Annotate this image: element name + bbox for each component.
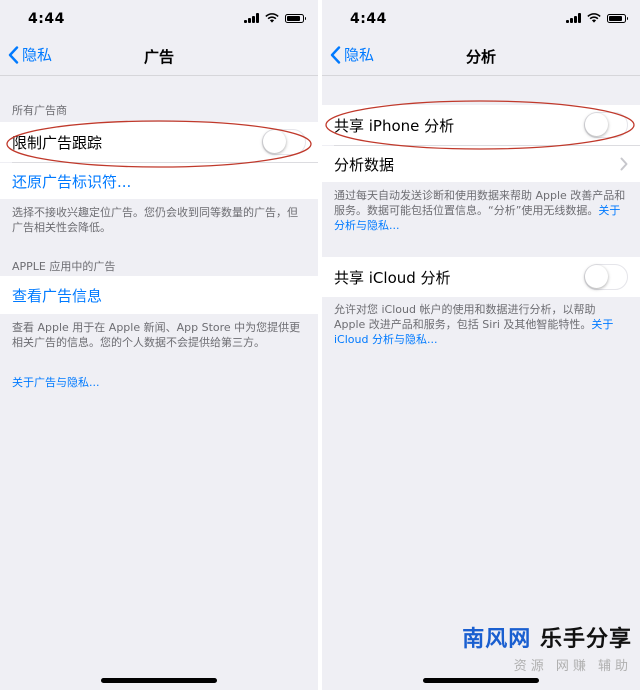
analytics-settings-screen: 4:44 隐私 分析 共享 iPhone 分析 分析数据 通过每天自动发送诊断和… (322, 0, 640, 690)
share-iphone-analytics-toggle[interactable] (584, 112, 628, 138)
status-bar: 4:44 (0, 0, 318, 38)
watermark: 南风网 乐手分享 资源 网赚 辅助 (462, 621, 632, 674)
status-icons (244, 13, 306, 23)
reset-ad-id-row[interactable]: 还原广告标识符... (0, 163, 318, 199)
battery-icon (607, 13, 628, 23)
ads-settings-screen: 4:44 隐私 广告 所有广告商 限制广告跟踪 还原广告标识符... 选择不接收… (0, 0, 318, 690)
limit-ad-tracking-row: 限制广告跟踪 (0, 122, 318, 162)
share-icloud-analytics-row: 共享 iCloud 分析 (322, 257, 640, 297)
wifi-icon (587, 13, 601, 23)
footer-text: 允许对您 iCloud 帐户的使用和数据进行分析，以帮助 Apple 改进产品和… (334, 303, 596, 331)
page-title: 广告 (143, 48, 174, 66)
wifi-icon (265, 13, 279, 23)
home-indicator (101, 678, 217, 683)
section-footer-icloud-analytics: 允许对您 iCloud 帐户的使用和数据进行分析，以帮助 Apple 改进产品和… (334, 302, 630, 347)
watermark-subtitle: 资源 网赚 辅助 (513, 659, 632, 674)
battery-icon (285, 13, 306, 23)
share-icloud-analytics-label: 共享 iCloud 分析 (334, 269, 451, 287)
watermark-part2: 乐手分享 (539, 627, 632, 652)
cellular-signal-icon (566, 13, 581, 23)
limit-ad-tracking-toggle[interactable] (262, 129, 306, 155)
about-ads-privacy-link[interactable]: 关于广告与隐私... (12, 375, 308, 390)
nav-bar: 隐私 分析 (322, 38, 640, 76)
cellular-signal-icon (244, 13, 259, 23)
page-title: 分析 (465, 48, 496, 66)
nav-bar: 隐私 广告 (0, 38, 318, 76)
nav-divider (0, 75, 318, 76)
share-iphone-analytics-label: 共享 iPhone 分析 (334, 117, 455, 135)
share-icloud-analytics-toggle[interactable] (584, 264, 628, 290)
limit-ad-tracking-label: 限制广告跟踪 (12, 134, 103, 152)
section-footer-limit-tracking: 选择不接收兴趣定位广告。您仍会收到同等数量的广告，但广告相关性会降低。 (12, 206, 298, 234)
section-footer-apple-ads: 查看 Apple 用于在 Apple 新闻、App Store 中为您提供更相关… (12, 321, 301, 349)
chevron-right-icon (620, 157, 628, 171)
status-bar: 4:44 (322, 0, 640, 38)
reset-ad-id-link[interactable]: 还原广告标识符... (12, 171, 131, 192)
nav-divider (322, 75, 640, 76)
footer-text: 通过每天自动发送诊断和使用数据来帮助 Apple 改善产品和服务。数据可能包括位… (334, 189, 626, 217)
watermark-part1: 南风网 (462, 627, 532, 652)
home-indicator (423, 678, 539, 683)
analytics-data-row[interactable]: 分析数据 (322, 146, 640, 182)
view-ad-info-row[interactable]: 查看广告信息 (0, 276, 318, 314)
section-footer-iphone-analytics: 通过每天自动发送诊断和使用数据来帮助 Apple 改善产品和服务。数据可能包括位… (334, 188, 630, 233)
section-header-apple-apps: APPLE 应用中的广告 (12, 260, 116, 273)
status-icons (566, 13, 628, 23)
section-header-all-advertisers: 所有广告商 (12, 104, 67, 117)
status-time: 4:44 (28, 11, 65, 27)
view-ad-info-link[interactable]: 查看广告信息 (12, 285, 102, 306)
share-iphone-analytics-row: 共享 iPhone 分析 (322, 105, 640, 145)
watermark-logo: 南风网 乐手分享 (462, 621, 632, 653)
status-time: 4:44 (350, 11, 387, 27)
analytics-data-label: 分析数据 (334, 156, 395, 174)
